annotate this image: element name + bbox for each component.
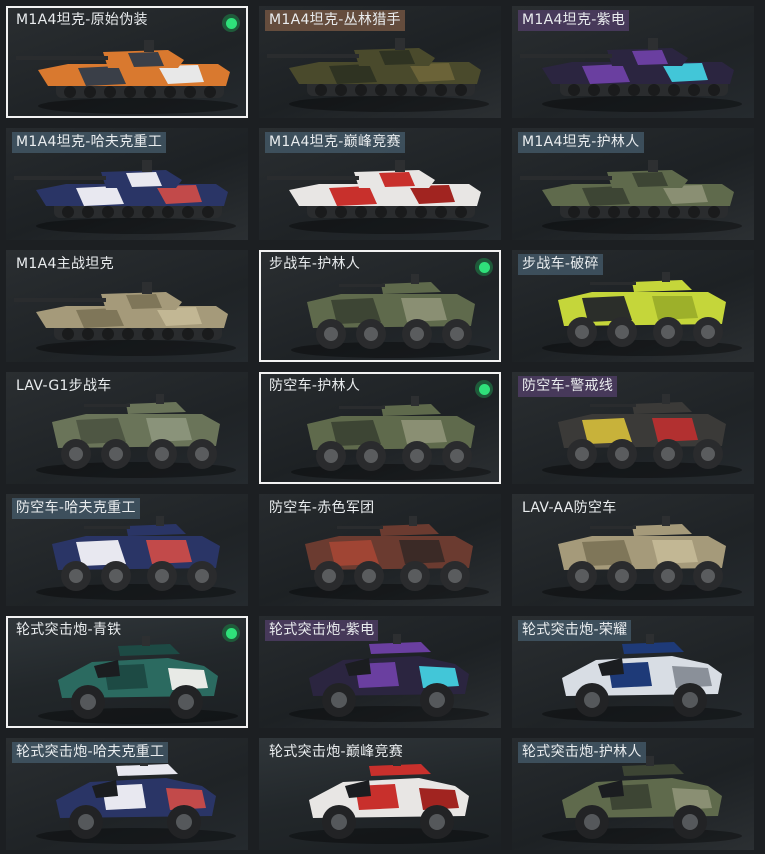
- skin-name-label: 轮式突击炮-紫电: [265, 620, 379, 641]
- skin-name-label: LAV-AA防空车: [522, 500, 617, 516]
- tank-image: [267, 38, 489, 112]
- skin-name-label: 防空车-哈夫克重工: [12, 498, 140, 519]
- skin-name-label: 轮式突击炮-荣耀: [518, 620, 632, 641]
- vehicle-skin-card[interactable]: M1A4坦克-丛林猎手: [259, 6, 501, 118]
- assault-vehicle-image: [289, 756, 489, 844]
- vehicle-skin-grid: M1A4坦克-原始伪装 M1A4坦克-丛林猎手 M1A4坦克-紫电 M1A4坦克…: [0, 0, 765, 854]
- armored-vehicle-image: [291, 274, 491, 358]
- skin-name-label: 轮式突击炮-青铁: [16, 622, 122, 638]
- vehicle-skin-card[interactable]: 轮式突击炮-护林人: [512, 738, 754, 850]
- equipped-dot-icon: [475, 380, 493, 398]
- vehicle-skin-card[interactable]: M1A4坦克-原始伪装: [6, 6, 248, 118]
- skin-name-label: M1A4坦克-哈夫克重工: [12, 132, 167, 153]
- skin-name-label: 防空车-护林人: [269, 378, 361, 394]
- equipped-dot-icon: [222, 624, 240, 642]
- skin-name-label: LAV-G1步战车: [16, 378, 112, 394]
- skin-name-label: M1A4坦克-原始伪装: [16, 12, 148, 28]
- skin-name-label: M1A4坦克-紫电: [518, 10, 630, 31]
- vehicle-skin-card[interactable]: LAV-G1步战车: [6, 372, 248, 484]
- armored-vehicle-image: [291, 396, 491, 480]
- tank-image: [14, 160, 236, 234]
- tank-image: [520, 38, 742, 112]
- assault-vehicle-image: [542, 756, 742, 844]
- tank-image: [520, 160, 742, 234]
- skin-name-label: 步战车-破碎: [518, 254, 603, 275]
- armored-vehicle-image: [36, 516, 236, 600]
- skin-name-label: 轮式突击炮-哈夫克重工: [12, 742, 169, 763]
- vehicle-skin-card[interactable]: 轮式突击炮-紫电: [259, 616, 501, 728]
- skin-name-label: 步战车-护林人: [269, 256, 361, 272]
- assault-vehicle-image: [542, 634, 742, 722]
- skin-name-label: M1A4坦克-巅峰竞赛: [265, 132, 405, 153]
- equipped-dot-icon: [222, 14, 240, 32]
- armored-vehicle-image: [36, 394, 236, 478]
- vehicle-skin-card[interactable]: 防空车-赤色军团: [259, 494, 501, 606]
- vehicle-skin-card[interactable]: 步战车-破碎: [512, 250, 754, 362]
- armored-vehicle-image: [542, 516, 742, 600]
- vehicle-skin-card[interactable]: 步战车-护林人: [259, 250, 501, 362]
- vehicle-skin-card[interactable]: 轮式突击炮-荣耀: [512, 616, 754, 728]
- skin-name-label: M1A4主战坦克: [16, 256, 114, 272]
- armored-vehicle-image: [289, 516, 489, 600]
- vehicle-skin-card[interactable]: 轮式突击炮-青铁: [6, 616, 248, 728]
- vehicle-skin-card[interactable]: 防空车-护林人: [259, 372, 501, 484]
- skin-name-label: 轮式突击炮-护林人: [518, 742, 646, 763]
- vehicle-skin-card[interactable]: LAV-AA防空车: [512, 494, 754, 606]
- vehicle-skin-card[interactable]: M1A4坦克-护林人: [512, 128, 754, 240]
- equipped-dot-icon: [475, 258, 493, 276]
- tank-image: [267, 160, 489, 234]
- vehicle-skin-card[interactable]: 轮式突击炮-巅峰竞赛: [259, 738, 501, 850]
- armored-vehicle-image: [542, 394, 742, 478]
- skin-name-label: 防空车-警戒线: [518, 376, 618, 397]
- vehicle-skin-card[interactable]: M1A4坦克-哈夫克重工: [6, 128, 248, 240]
- vehicle-skin-card[interactable]: 防空车-警戒线: [512, 372, 754, 484]
- assault-vehicle-image: [289, 634, 489, 722]
- assault-vehicle-image: [38, 636, 238, 724]
- vehicle-skin-card[interactable]: M1A4主战坦克: [6, 250, 248, 362]
- skin-name-label: 防空车-赤色军团: [269, 500, 375, 516]
- armored-vehicle-image: [542, 272, 742, 356]
- vehicle-skin-card[interactable]: 轮式突击炮-哈夫克重工: [6, 738, 248, 850]
- tank-image: [14, 282, 236, 356]
- skin-name-label: M1A4坦克-丛林猎手: [265, 10, 405, 31]
- vehicle-skin-card[interactable]: M1A4坦克-巅峰竞赛: [259, 128, 501, 240]
- tank-image: [16, 40, 238, 114]
- vehicle-skin-card[interactable]: M1A4坦克-紫电: [512, 6, 754, 118]
- assault-vehicle-image: [36, 756, 236, 844]
- skin-name-label: 轮式突击炮-巅峰竞赛: [269, 744, 404, 760]
- vehicle-skin-card[interactable]: 防空车-哈夫克重工: [6, 494, 248, 606]
- skin-name-label: M1A4坦克-护林人: [518, 132, 644, 153]
